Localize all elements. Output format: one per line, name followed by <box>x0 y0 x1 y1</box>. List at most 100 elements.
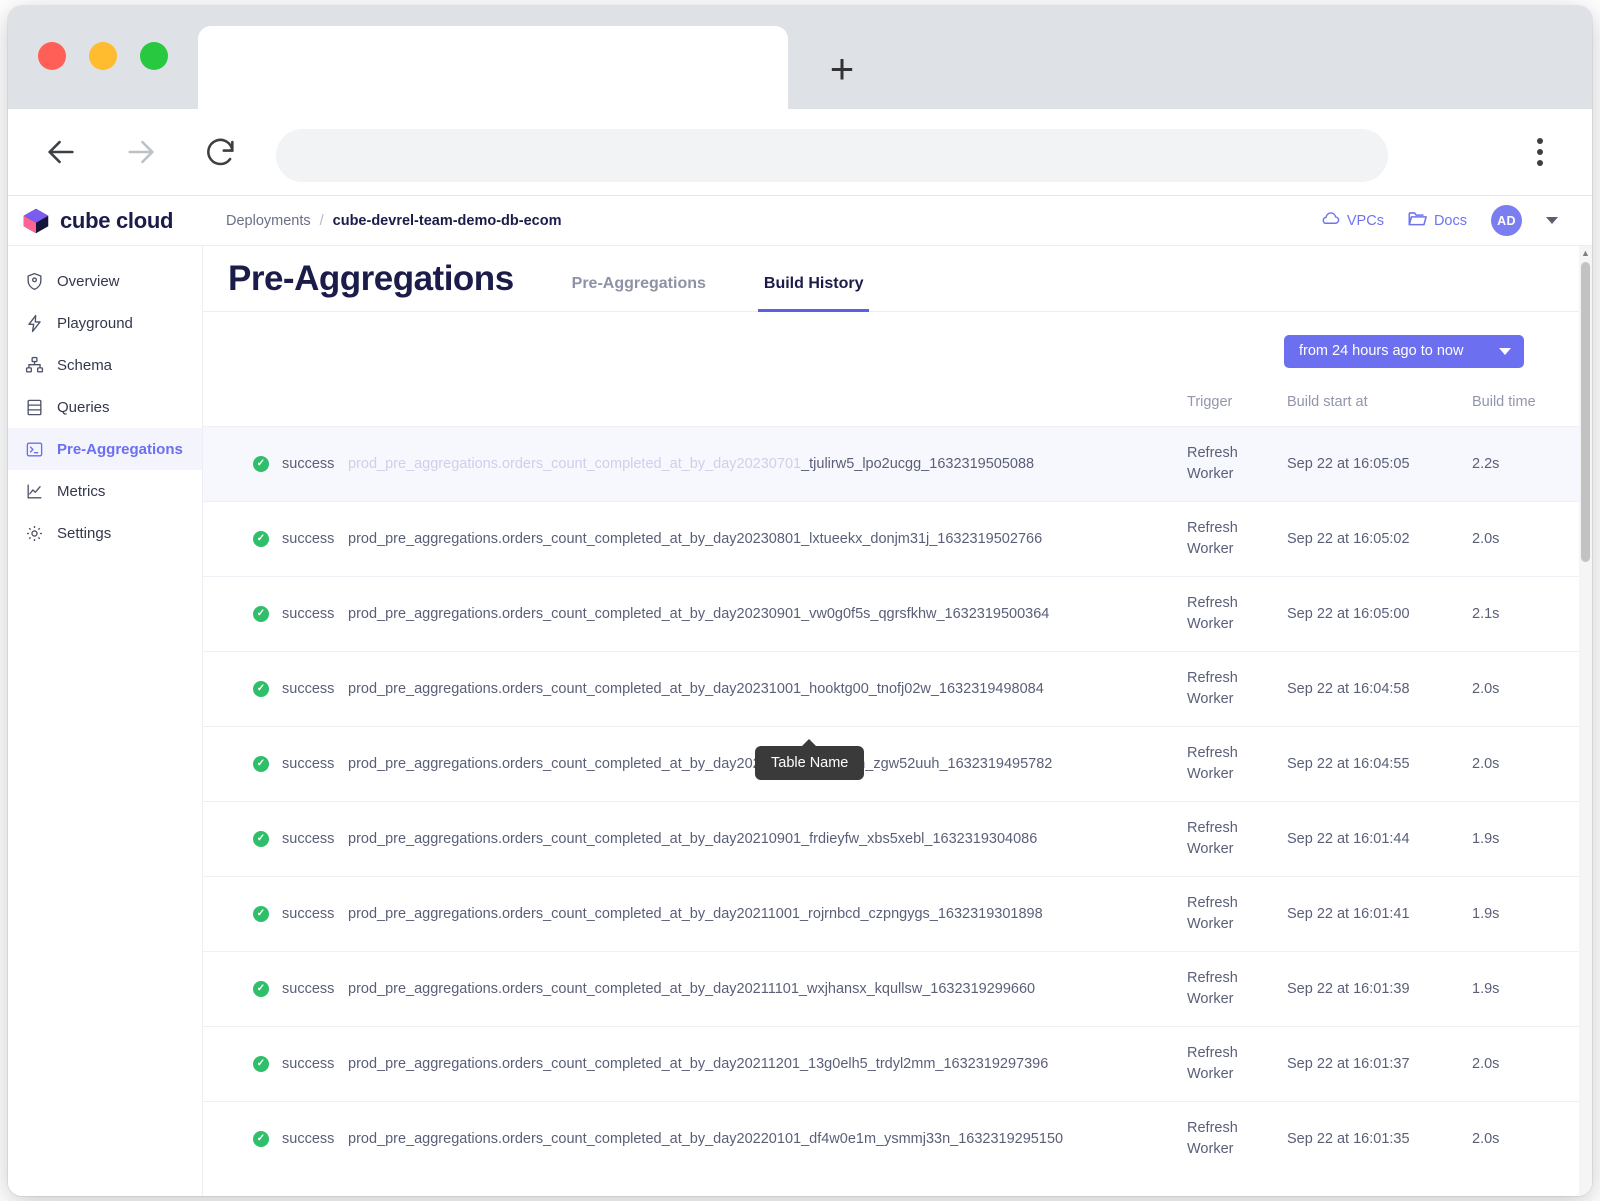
cell-table-name[interactable]: prod_pre_aggregations.orders_count_compl… <box>348 501 1187 577</box>
trigger-value: Refresh Worker <box>1187 520 1238 558</box>
cell-table-name[interactable]: prod_pre_aggregations.orders_count_compl… <box>348 576 1187 652</box>
status-badge: success <box>282 906 335 923</box>
cube-cloud-app: cube cloud Deployments / cube-devrel-tea… <box>8 196 1592 1196</box>
table-name-value: prod_pre_aggregations.orders_count_compl… <box>348 456 1034 472</box>
build-start-at-value: Sep 22 at 16:01:37 <box>1287 1056 1410 1073</box>
forward-button[interactable] <box>114 125 168 179</box>
sidebar-item-schema[interactable]: Schema <box>8 344 202 386</box>
cloud-icon <box>1321 211 1340 230</box>
sidebar-item-overview[interactable]: Overview <box>8 260 202 302</box>
tab-pre-aggregations[interactable]: Pre-Aggregations <box>566 275 712 312</box>
reload-button[interactable] <box>194 125 248 179</box>
sidebar-item-playground[interactable]: Playground <box>8 302 202 344</box>
table-row[interactable]: ✓ success prod_pre_aggregations.orders_cou… <box>203 726 1592 802</box>
breadcrumb-deployments[interactable]: Deployments <box>226 213 311 229</box>
sidebar-item-metrics[interactable]: Metrics <box>8 470 202 512</box>
table-row[interactable]: ✓ success prod_pre_aggregations.orders_cou… <box>203 1026 1592 1102</box>
cube-cloud-logo[interactable]: cube cloud <box>8 207 203 235</box>
cell-status: ✓ success <box>203 876 348 952</box>
table-name-prefix: prod_pre_aggregations.orders_count_compl… <box>348 456 802 473</box>
column-trigger: Trigger <box>1187 390 1287 427</box>
cell-status: ✓ success <box>203 1026 348 1102</box>
avatar[interactable]: AD <box>1491 205 1522 236</box>
table-name-value: prod_pre_aggregations.orders_count_compl… <box>348 681 1044 697</box>
cell-build-start-at: Sep 22 at 16:01:35 <box>1287 1101 1472 1177</box>
table-name-suffix: prod_pre_aggregations.orders_count_compl… <box>348 906 1043 923</box>
build-start-at-value: Sep 22 at 16:05:02 <box>1287 531 1410 548</box>
table-row[interactable]: ✓ success prod_pre_aggregations.orders_cou… <box>203 951 1592 1027</box>
success-check-icon: ✓ <box>253 531 269 548</box>
table-row[interactable]: ✓ success prod_pre_aggregations.orders_cou… <box>203 1101 1592 1177</box>
cell-table-name[interactable]: prod_pre_aggregations.orders_count_compl… <box>348 801 1187 877</box>
cell-table-name[interactable]: prod_pre_aggregations.orders_count_compl… <box>348 951 1187 1027</box>
scrollbar-thumb[interactable] <box>1581 262 1590 562</box>
trigger-value: Refresh Worker <box>1187 745 1238 783</box>
sidebar-item-label: Queries <box>57 398 110 416</box>
cell-build-time: 2.1s <box>1472 576 1592 652</box>
back-button[interactable] <box>34 125 88 179</box>
minimize-window-button[interactable] <box>89 42 117 70</box>
table-row[interactable]: ✓ success prod_pre_aggregations.orders_cou… <box>203 576 1592 652</box>
chevron-down-icon <box>1499 347 1511 355</box>
cell-status: ✓ success <box>203 951 348 1027</box>
sitemap-icon <box>25 356 44 375</box>
browser-menu-button[interactable] <box>1536 138 1544 166</box>
cell-table-name[interactable]: prod_pre_aggregations.orders_count_compl… <box>348 1101 1187 1177</box>
table-row[interactable]: ✓ success prod_pre_aggregations.orders_cou… <box>203 801 1592 877</box>
tab-build-history[interactable]: Build History <box>757 275 870 312</box>
close-window-button[interactable] <box>38 42 66 70</box>
chevron-down-icon[interactable] <box>1546 217 1558 224</box>
success-check-icon: ✓ <box>253 681 269 698</box>
table-name-value: prod_pre_aggregations.orders_count_compl… <box>348 606 1049 622</box>
vpcs-link[interactable]: VPCs <box>1321 211 1384 230</box>
table-row[interactable]: ✓ success prod_pre_aggregations.orders_cou… <box>203 501 1592 577</box>
cell-trigger: Refresh Worker <box>1187 651 1287 727</box>
sidebar-item-settings[interactable]: Settings <box>8 512 202 554</box>
vpcs-label: VPCs <box>1346 212 1384 229</box>
breadcrumb-separator: / <box>319 212 324 229</box>
build-start-at-value: Sep 22 at 16:04:58 <box>1287 681 1410 698</box>
cell-build-start-at: Sep 22 at 16:04:55 <box>1287 726 1472 802</box>
cell-table-name[interactable]: prod_pre_aggregations.orders_count_compl… <box>348 876 1187 952</box>
table-row[interactable]: ✓ success prod_pre_aggregations.orders_cou… <box>203 425 1592 502</box>
success-check-icon: ✓ <box>253 1056 269 1073</box>
breadcrumb-current: cube-devrel-team-demo-db-ecom <box>332 212 562 229</box>
table-header: Trigger Build start at Build time <box>203 390 1592 427</box>
page-scrollbar[interactable]: ▲ ▼ <box>1579 246 1592 1196</box>
build-time-value: 2.2s <box>1472 456 1500 473</box>
build-start-at-value: Sep 22 at 16:01:39 <box>1287 981 1410 998</box>
docs-link[interactable]: Docs <box>1408 211 1467 231</box>
date-range-selector[interactable]: from 24 hours ago to now <box>1284 334 1524 368</box>
window-controls <box>38 42 168 70</box>
table-header-row: Trigger Build start at Build time <box>203 390 1592 427</box>
cell-build-start-at: Sep 22 at 16:05:05 <box>1287 425 1472 502</box>
trigger-value: Refresh Worker <box>1187 820 1238 858</box>
docs-label: Docs <box>1433 212 1467 229</box>
sidebar-item-pre-aggregations[interactable]: Pre-Aggregations <box>8 428 202 470</box>
table-row[interactable]: ✓ success prod_pre_aggregations.orders_cou… <box>203 876 1592 952</box>
cell-trigger: Refresh Worker <box>1187 576 1287 652</box>
table-name-tooltip: Table Name <box>755 739 865 780</box>
new-tab-button[interactable]: + <box>808 41 876 97</box>
cell-trigger: Refresh Worker <box>1187 801 1287 877</box>
scroll-up-button[interactable]: ▲ <box>1579 246 1592 260</box>
column-table-name <box>348 390 1187 427</box>
cell-table-name[interactable]: prod_pre_aggregations.orders_count_compl… <box>348 651 1187 727</box>
cell-trigger: Refresh Worker <box>1187 1101 1287 1177</box>
cell-table-name[interactable]: prod_pre_aggregations.orders_count_compl… <box>348 1026 1187 1102</box>
address-bar[interactable] <box>276 129 1388 182</box>
build-start-at-value: Sep 22 at 16:05:05 <box>1287 456 1410 473</box>
table-row[interactable]: ✓ success prod_pre_aggregations.orders_cou… <box>203 651 1592 727</box>
logo-text: cube cloud <box>60 207 174 233</box>
success-check-icon: ✓ <box>253 981 269 998</box>
browser-tabstrip: + <box>8 6 1592 109</box>
cell-table-name[interactable]: prod_pre_aggregations.orders_count_compl… <box>348 425 1187 502</box>
build-time-value: 1.9s <box>1472 906 1500 923</box>
cell-status: ✓ success <box>203 501 348 577</box>
trigger-value: Refresh Worker <box>1187 1120 1238 1158</box>
sidebar-item-queries[interactable]: Queries <box>8 386 202 428</box>
table-name-suffix: prod_pre_aggregations.orders_count_compl… <box>348 831 1038 848</box>
browser-tab[interactable] <box>198 26 788 109</box>
maximize-window-button[interactable] <box>140 42 168 70</box>
table-name-suffix: prod_pre_aggregations.orders_count_compl… <box>348 1131 1064 1148</box>
